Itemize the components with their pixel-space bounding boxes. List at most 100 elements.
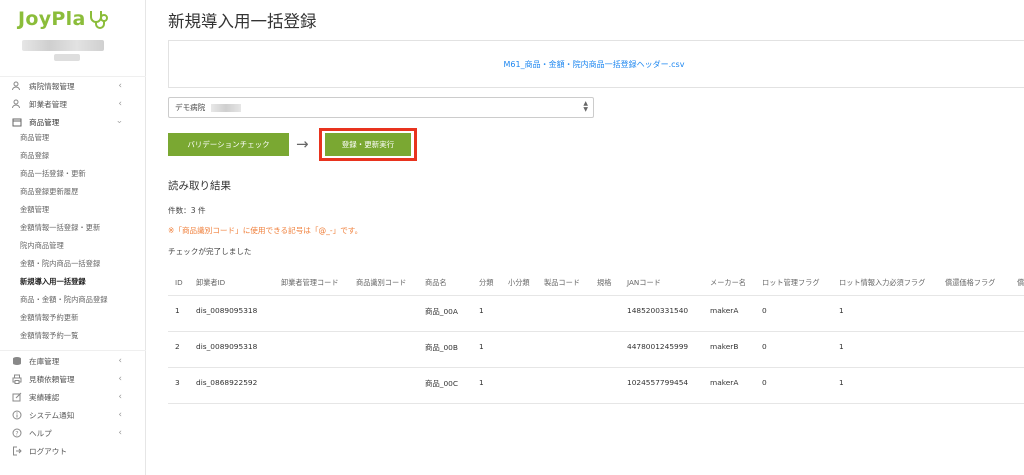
submenu-item[interactable]: 院内商品管理	[20, 239, 64, 253]
table-cell: 商品_00C	[425, 379, 459, 388]
info-icon	[12, 410, 22, 420]
chevron-left-icon: ‹	[118, 99, 122, 109]
users-icon	[12, 99, 22, 109]
select-arrows-icon: ▲ ▼	[583, 100, 588, 113]
question-icon: ?	[12, 428, 22, 438]
submenu-item-current[interactable]: 新規導入用一括登録	[20, 275, 86, 289]
submenu-item[interactable]: 金額管理	[20, 203, 49, 217]
table-cell: 2	[175, 342, 180, 351]
table-header-cell: 卸業者ID	[196, 278, 226, 287]
table-header-cell: 償還価格フラグ	[945, 278, 996, 287]
table-cell: 1	[479, 378, 484, 387]
sidebar-item-label: 見積依頼管理	[29, 374, 75, 384]
logout-icon	[12, 446, 22, 456]
sidebar-item-notifications[interactable]: システム通知 ‹	[0, 406, 146, 424]
table-header-cell: ID	[175, 278, 183, 287]
table-cell: makerA	[710, 378, 739, 387]
sidebar-item-help[interactable]: ? ヘルプ ‹	[0, 424, 146, 442]
table-cell: 1	[839, 378, 844, 387]
user-name-blurred	[22, 40, 104, 51]
notice-text: ※「商品識別コード」に使用できる記号は「@_-」です。	[168, 226, 363, 235]
table-header-cell: 商品名	[425, 278, 447, 287]
validation-check-button[interactable]: バリデーションチェック	[168, 133, 289, 156]
csv-download-link[interactable]: M61_商品・金額・院内商品一括登録ヘッダー.csv	[169, 59, 1019, 70]
main-content: 新規導入用一括登録 M61_商品・金額・院内商品一括登録ヘッダー.csv デモ病…	[147, 0, 1024, 475]
table-cell: 1024557799454	[627, 378, 689, 387]
table-row: 1 dis_0089095318 商品_00A 1 1485200331540 …	[168, 296, 1024, 332]
sidebar-item-quote[interactable]: 見積依頼管理 ‹	[0, 370, 146, 388]
table-cell: dis_0868922592	[196, 378, 258, 387]
table-header-cell: ロット管理フラグ	[762, 278, 820, 287]
stethoscope-icon	[89, 11, 108, 29]
table-header-cell: ロット情報入力必須フラグ	[839, 278, 926, 287]
table-cell: 1	[479, 306, 484, 315]
sidebar-item-logout[interactable]: ログアウト	[0, 442, 146, 460]
edit-icon	[12, 392, 22, 402]
submenu-item[interactable]: 金額情報予約一覧	[20, 329, 78, 343]
table-header-cell: メーカー名	[710, 278, 746, 287]
sidebar-item-label: 在庫管理	[29, 356, 60, 366]
table-cell: dis_0089095318	[196, 342, 258, 351]
chevron-left-icon: ‹	[118, 428, 122, 438]
submenu-item[interactable]: 金額情報一括登録・更新	[20, 221, 100, 235]
chevron-left-icon: ‹	[118, 81, 122, 91]
table-cell: dis_0089095318	[196, 306, 258, 315]
sidebar-item-results[interactable]: 実績確認 ‹	[0, 388, 146, 406]
divider	[0, 350, 146, 351]
table-header-cell: 小分類	[508, 278, 530, 287]
table-cell: 商品_00A	[425, 307, 458, 316]
table-cell: 0	[762, 306, 767, 315]
table-cell: 0	[762, 342, 767, 351]
sidebar-item-label: ログアウト	[29, 446, 67, 456]
hospital-name-blurred	[211, 103, 242, 112]
submenu-item[interactable]: 商品登録	[20, 149, 49, 163]
page-title: 新規導入用一括登録	[168, 12, 317, 31]
sidebar: JoyPla 病院情報管理 ‹ 卸業者管理 ‹ 商品管理 ‹ 商品管理 商品登録…	[0, 0, 146, 475]
execute-register-button[interactable]: 登録・更新実行	[325, 133, 411, 156]
table-row: 2 dis_0089095318 商品_00B 1 4478001245999 …	[168, 332, 1024, 368]
table-header-cell: 償	[1017, 278, 1024, 287]
table-header-row: ID 卸業者ID 卸業者管理コード 商品識別コード 商品名 分類 小分類 製品コ…	[168, 268, 1024, 296]
users-icon	[12, 81, 22, 91]
submenu-item[interactable]: 商品・金額・院内商品登録	[20, 293, 108, 307]
table-cell: 4478001245999	[627, 342, 689, 351]
sidebar-item-label: ヘルプ	[29, 428, 52, 438]
sidebar-item-label: 卸業者管理	[29, 99, 67, 109]
submenu-item[interactable]: 商品登録更新履歴	[20, 185, 78, 199]
table-cell: 1	[839, 342, 844, 351]
chevron-left-icon: ‹	[118, 392, 122, 402]
table-header-cell: 分類	[479, 278, 494, 287]
logo-text: JoyPla	[18, 8, 86, 30]
table-header-cell: 卸業者管理コード	[281, 278, 339, 287]
sidebar-item-hospital[interactable]: 病院情報管理 ‹	[0, 77, 146, 95]
table-cell: 1	[479, 342, 484, 351]
table-header-cell: 商品識別コード	[356, 278, 407, 287]
record-count: 件数：3 件	[168, 206, 206, 215]
table-cell: 1	[839, 306, 844, 315]
table-header-cell: 製品コード	[544, 278, 580, 287]
box-icon	[12, 117, 22, 127]
chevron-down-icon: ‹	[115, 120, 126, 124]
table-cell: makerB	[710, 342, 739, 351]
sidebar-item-wholesaler[interactable]: 卸業者管理 ‹	[0, 95, 146, 113]
hospital-select-value: デモ病院	[175, 103, 206, 112]
submenu-item[interactable]: 金額情報予約更新	[20, 311, 78, 325]
file-box: M61_商品・金額・院内商品一括登録ヘッダー.csv	[168, 40, 1024, 88]
submenu-item[interactable]: 金額・院内商品一括登録	[20, 257, 100, 271]
table-row: 3 dis_0868922592 商品_00C 1 1024557799454 …	[168, 368, 1024, 404]
logo[interactable]: JoyPla	[18, 6, 110, 32]
print-icon	[12, 374, 22, 384]
chevron-left-icon: ‹	[118, 374, 122, 384]
submenu-item[interactable]: 商品管理	[20, 131, 49, 145]
hospital-select[interactable]: デモ病院 ▲ ▼	[168, 97, 594, 118]
table-cell: 1	[175, 306, 180, 315]
sidebar-item-label: 実績確認	[29, 392, 60, 402]
table-header-cell: 規格	[597, 278, 612, 287]
submenu-item[interactable]: 商品一括登録・更新	[20, 167, 86, 181]
table-cell: 3	[175, 378, 180, 387]
results-title: 読み取り結果	[168, 180, 231, 192]
sidebar-item-inventory[interactable]: 在庫管理 ‹	[0, 352, 146, 370]
sidebar-item-products[interactable]: 商品管理 ‹	[0, 113, 146, 131]
chevron-left-icon: ‹	[118, 410, 122, 420]
sidebar-item-label: システム通知	[29, 410, 75, 420]
